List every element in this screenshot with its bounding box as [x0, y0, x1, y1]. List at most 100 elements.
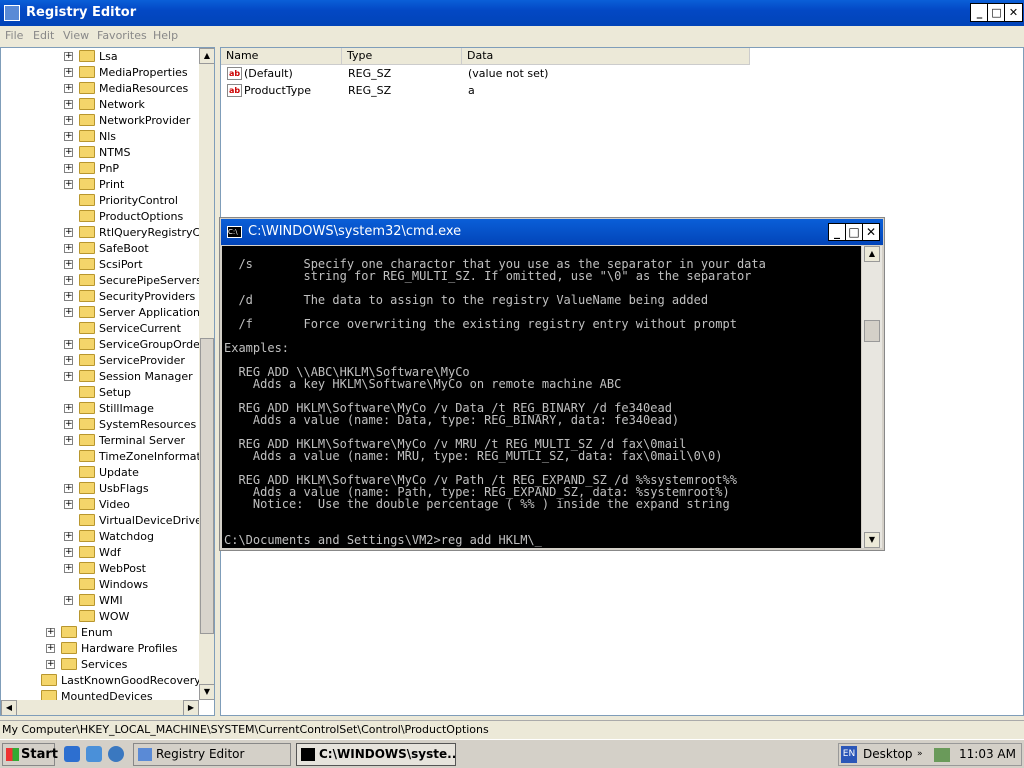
- expand-icon[interactable]: +: [64, 420, 73, 429]
- close-button[interactable]: ✕: [1004, 3, 1023, 22]
- taskbar-button-registry-editor[interactable]: Registry Editor: [133, 743, 291, 766]
- expand-icon[interactable]: +: [64, 548, 73, 557]
- tree-node[interactable]: + Hardware Profiles: [1, 641, 199, 657]
- tree-node[interactable]: ProductOptions: [1, 209, 199, 225]
- menu-favorites[interactable]: Favorites: [97, 29, 147, 42]
- expand-icon[interactable]: +: [64, 68, 73, 77]
- expand-icon[interactable]: +: [64, 260, 73, 269]
- tree-node[interactable]: + Enum: [1, 625, 199, 641]
- tree-node[interactable]: + Services: [1, 657, 199, 673]
- expand-icon[interactable]: +: [64, 436, 73, 445]
- expand-icon[interactable]: +: [64, 292, 73, 301]
- expand-icon[interactable]: +: [64, 372, 73, 381]
- expand-icon[interactable]: +: [46, 644, 55, 653]
- list-item[interactable]: ab ProductType REG_SZ a: [227, 83, 727, 99]
- expand-icon[interactable]: +: [64, 484, 73, 493]
- scroll-down-icon[interactable]: ▼: [199, 684, 214, 700]
- cmd-window[interactable]: C:\ C:\WINDOWS\system32\cmd.exe _ □ ✕ /s…: [219, 217, 885, 551]
- expand-icon[interactable]: +: [64, 404, 73, 413]
- clock[interactable]: 11:03 AM: [959, 747, 1016, 761]
- tree-node[interactable]: + ServiceGroupOrder: [1, 337, 204, 353]
- expand-icon[interactable]: +: [64, 356, 73, 365]
- tree-node[interactable]: Windows: [1, 577, 199, 593]
- expand-icon[interactable]: +: [64, 276, 73, 285]
- tree-node[interactable]: Setup: [1, 385, 199, 401]
- expand-icon[interactable]: +: [64, 532, 73, 541]
- language-indicator[interactable]: EN: [841, 746, 857, 763]
- tree-node[interactable]: + PnP: [1, 161, 199, 177]
- tree-node[interactable]: + Server Applications: [1, 305, 206, 321]
- scroll-up-icon[interactable]: ▲: [199, 48, 214, 64]
- column-type[interactable]: Type: [342, 48, 462, 65]
- start-button[interactable]: Start: [2, 743, 58, 766]
- menu-edit[interactable]: Edit: [33, 29, 54, 42]
- expand-icon[interactable]: +: [64, 84, 73, 93]
- tree-node[interactable]: PriorityControl: [1, 193, 199, 209]
- tree-node[interactable]: + Session Manager: [1, 369, 199, 385]
- expand-icon[interactable]: +: [64, 596, 73, 605]
- expand-icon[interactable]: +: [64, 308, 73, 317]
- tree-node[interactable]: Update: [1, 465, 199, 481]
- taskbar-button-cmd[interactable]: C:\WINDOWS\syste...: [296, 743, 456, 766]
- tree-node[interactable]: + WMI: [1, 593, 199, 609]
- tree-node[interactable]: + Print: [1, 177, 199, 193]
- tree-node[interactable]: VirtualDeviceDrivers: [1, 513, 212, 529]
- tree-node[interactable]: + StillImage: [1, 401, 199, 417]
- scroll-thumb[interactable]: [864, 320, 880, 342]
- list-item[interactable]: ab (Default) REG_SZ (value not set): [227, 66, 727, 82]
- tree-node[interactable]: + SecurePipeServers: [1, 273, 202, 289]
- expand-icon[interactable]: +: [64, 164, 73, 173]
- tree-node[interactable]: + MediaProperties: [1, 65, 199, 81]
- toolbar-chevron-icon[interactable]: »: [917, 749, 923, 759]
- cmd-maximize-button[interactable]: □: [845, 223, 863, 241]
- outlook-express-icon[interactable]: [86, 746, 102, 762]
- tree-horizontal-scrollbar[interactable]: ◀ ▶: [1, 700, 199, 715]
- tree-node[interactable]: + SystemResources: [1, 417, 199, 433]
- menu-view[interactable]: View: [63, 29, 89, 42]
- menu-file[interactable]: File: [5, 29, 23, 42]
- media-player-icon[interactable]: [108, 746, 124, 762]
- expand-icon[interactable]: +: [64, 500, 73, 509]
- tree-vertical-scrollbar[interactable]: ▲ ▼: [199, 48, 214, 700]
- tree-node[interactable]: + Nls: [1, 129, 199, 145]
- tree-node[interactable]: + RtlQueryRegistryCor: [1, 225, 211, 241]
- tree-node[interactable]: + Wdf: [1, 545, 199, 561]
- internet-explorer-icon[interactable]: [64, 746, 80, 762]
- expand-icon[interactable]: +: [64, 100, 73, 109]
- registry-editor-titlebar[interactable]: Registry Editor _ □ ✕: [0, 0, 1024, 26]
- tree-node[interactable]: + Terminal Server: [1, 433, 199, 449]
- expand-icon[interactable]: +: [64, 340, 73, 349]
- column-data[interactable]: Data: [462, 48, 750, 65]
- tree-node[interactable]: + Watchdog: [1, 529, 199, 545]
- expand-icon[interactable]: +: [46, 660, 55, 669]
- cmd-close-button[interactable]: ✕: [862, 223, 880, 241]
- tree-node[interactable]: + NTMS: [1, 145, 199, 161]
- expand-icon[interactable]: +: [64, 180, 73, 189]
- tree-node[interactable]: + ScsiPort: [1, 257, 199, 273]
- scroll-thumb[interactable]: [200, 338, 214, 634]
- cmd-titlebar[interactable]: C:\ C:\WINDOWS\system32\cmd.exe _ □ ✕: [221, 219, 883, 245]
- tree-node[interactable]: + MediaResources: [1, 81, 199, 97]
- tree-node[interactable]: ServiceCurrent: [1, 321, 199, 337]
- tree-node[interactable]: LastKnownGoodRecovery: [1, 673, 201, 689]
- expand-icon[interactable]: +: [46, 628, 55, 637]
- console-output[interactable]: /s Specify one charactor that you use as…: [222, 246, 861, 548]
- expand-icon[interactable]: +: [64, 244, 73, 253]
- tree-node[interactable]: TimeZoneInformatior: [1, 449, 214, 465]
- tree-node[interactable]: + SecurityProviders: [1, 289, 199, 305]
- tree-node[interactable]: + Lsa: [1, 49, 199, 65]
- tree-node[interactable]: + Network: [1, 97, 199, 113]
- menu-help[interactable]: Help: [153, 29, 178, 42]
- scroll-left-icon[interactable]: ◀: [1, 700, 17, 715]
- scroll-right-icon[interactable]: ▶: [183, 700, 199, 715]
- cmd-minimize-button[interactable]: _: [828, 223, 846, 241]
- expand-icon[interactable]: +: [64, 228, 73, 237]
- cmd-scrollbar[interactable]: ▲ ▼: [862, 246, 882, 548]
- tree-node[interactable]: + WebPost: [1, 561, 199, 577]
- desktop-toolbar-label[interactable]: Desktop: [863, 747, 913, 761]
- tree-node[interactable]: + NetworkProvider: [1, 113, 199, 129]
- expand-icon[interactable]: +: [64, 116, 73, 125]
- expand-icon[interactable]: +: [64, 132, 73, 141]
- expand-icon[interactable]: +: [64, 148, 73, 157]
- column-name[interactable]: Name: [221, 48, 342, 65]
